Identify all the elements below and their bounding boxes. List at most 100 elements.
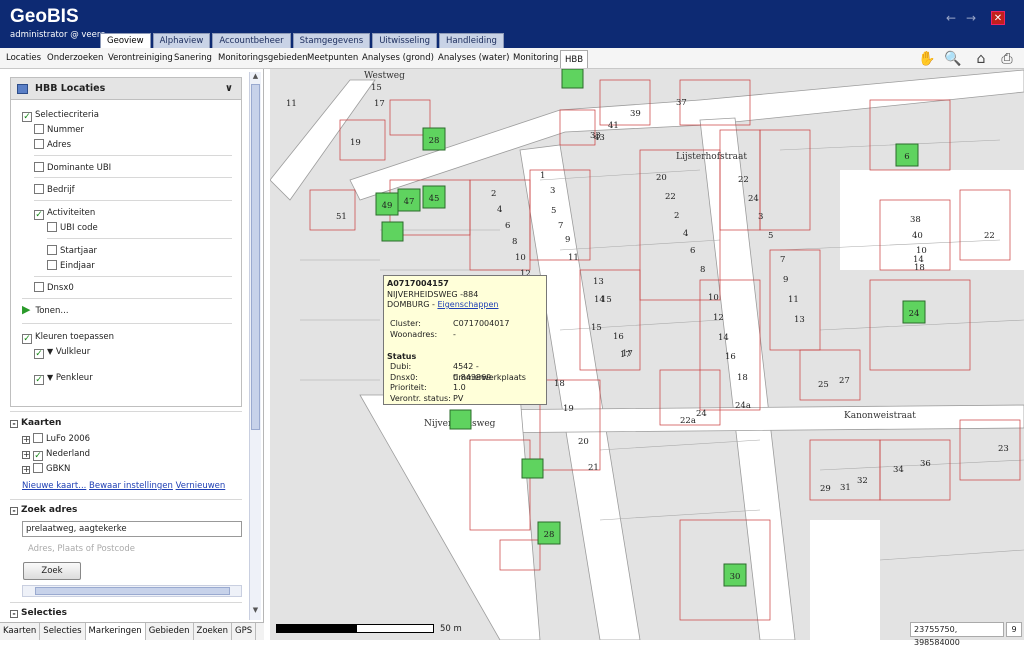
kaarten-section-title[interactable]: - Kaarten xyxy=(10,418,61,428)
close-icon[interactable]: ✕ xyxy=(991,11,1005,25)
hbb-location-marker[interactable]: 49 xyxy=(375,192,399,216)
tab-stamgegevens[interactable]: Stamgegevens xyxy=(292,33,371,48)
checkbox-icon[interactable] xyxy=(33,433,43,443)
checkbox-selectiecriteria[interactable]: ✓ Selectiecriteria xyxy=(22,108,99,122)
subnav-locaties[interactable]: Locaties xyxy=(6,48,41,68)
checkbox-icon[interactable] xyxy=(33,463,43,473)
subnav-monitoring[interactable]: Monitoring xyxy=(513,48,558,68)
checkbox-icon[interactable]: ✓ xyxy=(22,112,32,122)
subnav-monitoringsgebieden[interactable]: Monitoringsgebieden xyxy=(218,48,308,68)
bottom-tab-zoeken[interactable]: Zoeken xyxy=(194,623,233,640)
hbb-panel-header[interactable]: HBB Locaties ∨ xyxy=(11,78,241,100)
subnav-analyses-grond[interactable]: Analyses (grond) xyxy=(362,48,434,68)
checkbox-icon[interactable]: ✓ xyxy=(34,349,44,359)
checkbox-icon[interactable] xyxy=(34,124,44,134)
hbb-location-marker[interactable] xyxy=(561,69,584,89)
tab-uitwisseling[interactable]: Uitwisseling xyxy=(372,33,438,48)
scroll-down-icon[interactable]: ▼ xyxy=(251,606,260,616)
collapse-chevron-icon[interactable]: ∨ xyxy=(225,78,233,100)
hbb-location-marker[interactable]: 24 xyxy=(902,300,926,324)
hbb-location-marker[interactable]: 28 xyxy=(422,127,446,151)
checkbox-icon[interactable] xyxy=(34,184,44,194)
bottom-tab-kaarten[interactable]: Kaarten xyxy=(0,623,41,640)
collapse-minus-icon[interactable]: - xyxy=(10,420,18,428)
hbb-location-marker[interactable]: 28 xyxy=(537,521,561,545)
subnav-meetpunten[interactable]: Meetpunten xyxy=(307,48,358,68)
subnav-analyses-water[interactable]: Analyses (water) xyxy=(438,48,509,68)
scroll-up-icon[interactable]: ▲ xyxy=(251,72,260,82)
forward-arrow-icon[interactable]: → xyxy=(964,11,978,25)
checkbox-nummer[interactable]: Nummer xyxy=(34,123,84,137)
checkbox-icon[interactable] xyxy=(47,245,57,255)
bottom-tab-selecties[interactable]: Selecties xyxy=(40,623,86,640)
tab-handleiding[interactable]: Handleiding xyxy=(439,33,504,48)
layer-nederland[interactable]: + ✓ Nederland xyxy=(22,447,90,461)
new-map-link[interactable]: Nieuwe kaart... xyxy=(22,481,86,491)
checkbox-bedrijf[interactable]: Bedrijf xyxy=(34,183,75,197)
subnav-verontreiniging[interactable]: Verontreiniging xyxy=(108,48,173,68)
zoek-adres-section-title[interactable]: - Zoek adres xyxy=(10,505,77,515)
hbb-location-marker[interactable]: 6 xyxy=(895,143,919,167)
tab-geoview[interactable]: Geoview xyxy=(100,33,151,48)
pan-hand-icon[interactable]: ✋ xyxy=(918,51,936,67)
expand-plus-icon[interactable]: + xyxy=(22,466,30,474)
subnav-hbb[interactable]: HBB xyxy=(560,50,589,68)
back-arrow-icon[interactable]: ← xyxy=(944,11,958,25)
checkbox-penkleur[interactable]: ✓ ▼ Penkleur xyxy=(34,371,93,385)
checkbox-vulkleur[interactable]: ✓ ▼ Vulkleur xyxy=(34,345,90,359)
checkbox-icon[interactable] xyxy=(34,139,44,149)
layer-lufo-2006[interactable]: + LuFo 2006 xyxy=(22,432,90,446)
sidebar-scroll-thumb[interactable] xyxy=(251,84,260,430)
hbb-location-marker[interactable] xyxy=(521,458,544,479)
hbb-location-marker[interactable]: 30 xyxy=(723,563,747,587)
hbb-location-marker[interactable]: 47 xyxy=(397,188,421,212)
zoom-magnifier-icon[interactable]: 🔍 xyxy=(944,51,962,67)
hbb-location-marker[interactable]: 45 xyxy=(422,185,446,209)
tab-alphaview[interactable]: Alphaview xyxy=(152,33,211,48)
checkbox-icon[interactable] xyxy=(47,222,57,232)
expand-plus-icon[interactable]: + xyxy=(22,451,30,459)
home-icon[interactable]: ⌂ xyxy=(972,51,990,67)
checkbox-icon[interactable]: ✓ xyxy=(33,451,43,461)
bottom-tab-gebieden[interactable]: Gebieden xyxy=(146,623,194,640)
checkbox-icon[interactable]: ✓ xyxy=(34,210,44,220)
dropdown-triangle-icon[interactable]: ▼ xyxy=(47,373,53,382)
subnav-onderzoeken[interactable]: Onderzoeken xyxy=(47,48,103,68)
dropdown-triangle-icon[interactable]: ▼ xyxy=(47,347,53,356)
hbb-location-marker[interactable] xyxy=(381,221,404,242)
collapse-minus-icon[interactable]: - xyxy=(10,507,18,515)
selecties-section-title[interactable]: - Selecties xyxy=(10,608,67,618)
popup-cluster-label: Cluster: xyxy=(390,318,421,328)
collapse-minus-icon[interactable]: - xyxy=(10,610,18,618)
horizontal-scroll-thumb[interactable] xyxy=(35,587,230,595)
checkbox-adres[interactable]: Adres xyxy=(34,138,71,152)
tonen-button[interactable]: ▶ Tonen... xyxy=(22,303,69,317)
checkbox-icon[interactable] xyxy=(34,282,44,292)
layer-gbkn[interactable]: + GBKN xyxy=(22,462,70,476)
eigenschappen-link[interactable]: Eigenschappen xyxy=(437,300,498,309)
checkbox-activiteiten[interactable]: ✓ Activiteiten xyxy=(34,206,95,220)
checkbox-startjaar[interactable]: Startjaar xyxy=(47,244,97,258)
print-icon[interactable]: ⎙ xyxy=(998,51,1016,67)
zoek-button[interactable]: Zoek xyxy=(23,562,81,580)
expand-plus-icon[interactable]: + xyxy=(22,436,30,444)
checkbox-icon[interactable]: ✓ xyxy=(34,375,44,385)
hbb-location-marker[interactable] xyxy=(449,409,472,430)
checkbox-label: Activiteiten xyxy=(47,208,96,218)
checkbox-ubi-code[interactable]: UBI code xyxy=(47,221,98,235)
subnav-sanering[interactable]: Sanering xyxy=(174,48,212,68)
tab-accountbeheer[interactable]: Accountbeheer xyxy=(212,33,291,48)
checkbox-kleuren-toepassen[interactable]: ✓ Kleuren toepassen xyxy=(22,330,114,344)
checkbox-eindjaar[interactable]: Eindjaar xyxy=(47,259,95,273)
bottom-tab-gps[interactable]: GPS xyxy=(232,623,257,640)
save-settings-link[interactable]: Bewaar instellingen xyxy=(89,481,173,491)
checkbox-icon[interactable] xyxy=(34,162,44,172)
checkbox-icon[interactable] xyxy=(47,260,57,270)
bottom-tab-markeringen[interactable]: Markeringen xyxy=(85,623,146,640)
horizontal-scrollbar[interactable] xyxy=(22,585,242,597)
checkbox-dominante-ubi[interactable]: Dominante UBI xyxy=(34,161,111,175)
refresh-link[interactable]: Vernieuwen xyxy=(176,481,226,491)
address-search-input[interactable]: prelaatweg, aagtekerke xyxy=(22,521,242,537)
checkbox-icon[interactable]: ✓ xyxy=(22,334,32,344)
checkbox-dnsx0[interactable]: Dnsx0 xyxy=(34,281,74,295)
